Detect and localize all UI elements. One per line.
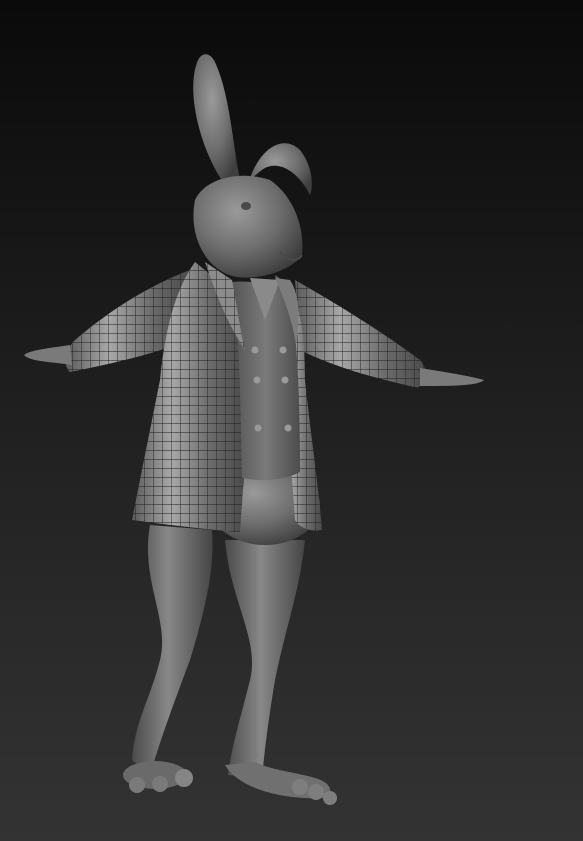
left-ear: [193, 54, 240, 185]
rabbit-model-render: [24, 54, 484, 805]
vest-button: [281, 376, 289, 384]
rabbit-face: [193, 175, 303, 278]
right-arm: [295, 280, 484, 388]
vest-button: [251, 346, 259, 354]
vest-button: [279, 346, 287, 354]
right-leg: [225, 540, 305, 778]
vest-button: [254, 424, 262, 432]
left-foot: [123, 761, 193, 793]
rabbit-head: [193, 54, 312, 278]
left-leg: [132, 525, 213, 775]
vest-button: [284, 424, 292, 432]
3d-viewport[interactable]: [0, 0, 583, 841]
rabbit-eye: [241, 202, 251, 210]
vest-button: [253, 376, 261, 384]
right-foot: [225, 762, 337, 805]
